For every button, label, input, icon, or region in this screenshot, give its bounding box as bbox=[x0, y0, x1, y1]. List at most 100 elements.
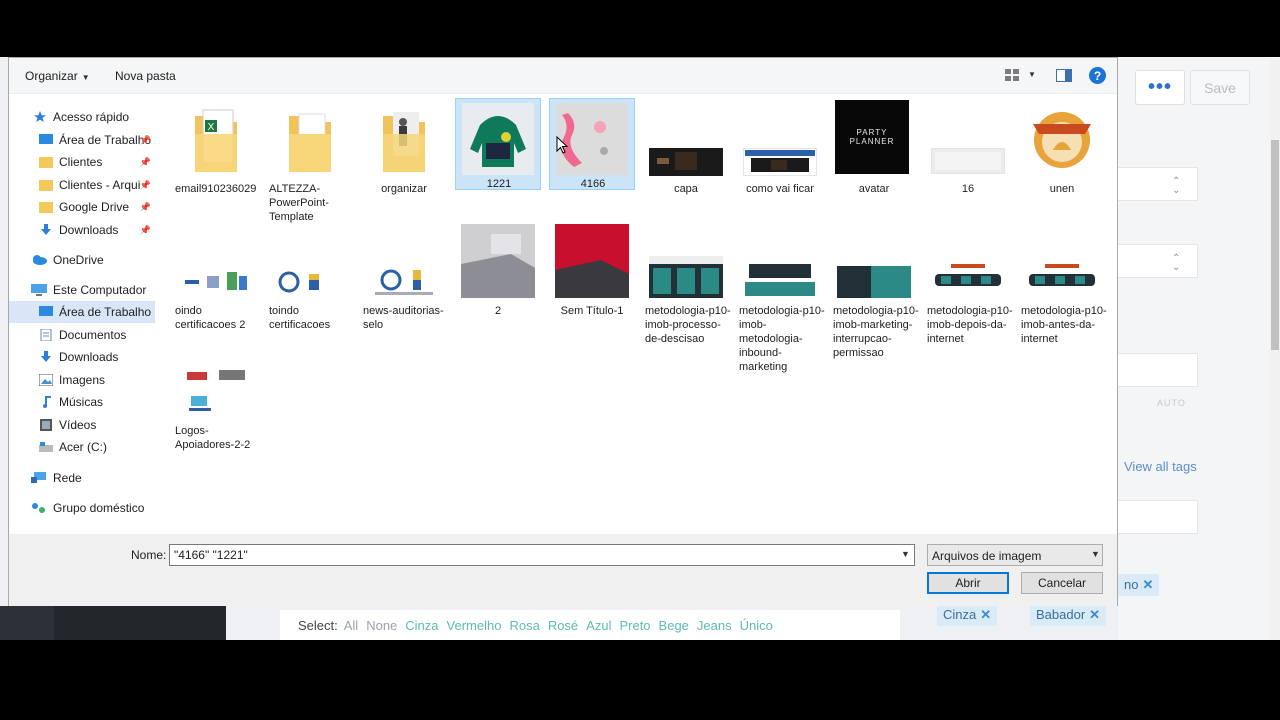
file-item[interactable]: como vai ficar bbox=[737, 98, 823, 198]
background-field[interactable] bbox=[1118, 244, 1198, 278]
select-option[interactable]: Único bbox=[740, 618, 773, 633]
view-all-tags-link[interactable]: View all tags bbox=[1124, 459, 1197, 474]
spinner-icon[interactable]: ⌃ ⌄ bbox=[1172, 177, 1180, 196]
select-option[interactable]: Vermelho bbox=[447, 618, 502, 633]
file-item[interactable]: metodologia-p10-imob-marketing-interrupc… bbox=[831, 224, 919, 359]
sidebar-item-music[interactable]: Músicas bbox=[39, 391, 103, 413]
remove-tag-icon[interactable]: ✕ bbox=[980, 607, 991, 622]
background-field[interactable] bbox=[1118, 353, 1198, 387]
sidebar-item-downloads[interactable]: Downloads 📌 bbox=[39, 219, 155, 241]
sidebar-item-network[interactable]: Rede bbox=[31, 467, 82, 489]
sidebar-item-desktop-pc[interactable]: Área de Trabalho bbox=[9, 301, 155, 323]
file-name: capa bbox=[674, 183, 698, 195]
sidebar-item-documents[interactable]: Documentos bbox=[39, 324, 126, 346]
slide-image-thumbnail bbox=[837, 266, 911, 298]
spinner-icon[interactable]: ⌃ ⌄ bbox=[1172, 254, 1180, 273]
image-thumbnail bbox=[367, 266, 441, 298]
slide-image-thumbnail bbox=[649, 256, 723, 298]
help-icon[interactable]: ? bbox=[1089, 67, 1106, 84]
file-item[interactable]: PARTY PLANNER avatar bbox=[831, 98, 917, 198]
view-options-icon[interactable] bbox=[1005, 69, 1019, 81]
cancel-button[interactable]: Cancelar bbox=[1021, 572, 1103, 594]
organize-button[interactable]: Organizar ▼ bbox=[25, 69, 90, 83]
select-option[interactable]: Bege bbox=[659, 618, 689, 633]
image-icon bbox=[39, 374, 53, 386]
file-item[interactable]: Logos-Apoiadores-2-2 bbox=[173, 362, 259, 462]
pin-icon: 📌 bbox=[139, 224, 151, 235]
file-item[interactable]: X email910236029 bbox=[173, 98, 259, 218]
file-item[interactable]: organizar bbox=[361, 98, 447, 218]
folder-icon bbox=[289, 113, 331, 172]
background-field[interactable] bbox=[1118, 500, 1198, 534]
tag-label: Babador bbox=[1036, 607, 1086, 622]
remove-tag-icon[interactable]: ✕ bbox=[1089, 607, 1100, 622]
slide-image-thumbnail bbox=[931, 260, 1005, 298]
page-scrollbar-thumb[interactable] bbox=[1271, 140, 1279, 350]
sidebar-item-desktop[interactable]: Área de Trabalho 📌 bbox=[39, 129, 155, 151]
auto-label: AUTO bbox=[1157, 398, 1186, 408]
file-item[interactable]: toindo certificacoes bbox=[267, 224, 353, 334]
sidebar-item-homegroup[interactable]: Grupo doméstico bbox=[31, 497, 144, 519]
select-option[interactable]: Azul bbox=[586, 618, 611, 633]
sidebar-item-onedrive[interactable]: OneDrive bbox=[31, 249, 104, 271]
file-item[interactable]: metodologia-p10-imob-processo-de-descisa… bbox=[643, 224, 731, 354]
file-name: metodologia-p10-imob-metodologia-inbound… bbox=[739, 305, 825, 373]
sidebar-item-label: Downloads bbox=[59, 350, 119, 364]
desktop-icon bbox=[39, 306, 53, 316]
sidebar-item-label: OneDrive bbox=[53, 253, 104, 267]
preview-pane-icon[interactable] bbox=[1056, 69, 1072, 82]
open-button[interactable]: Abrir bbox=[927, 572, 1009, 594]
select-option[interactable]: Preto bbox=[619, 618, 650, 633]
sidebar-item-videos[interactable]: Vídeos bbox=[39, 414, 96, 436]
sidebar-item-downloads-pc[interactable]: Downloads bbox=[39, 346, 118, 368]
sidebar-item-label: Google Drive bbox=[59, 200, 130, 214]
select-option[interactable]: Rosé bbox=[548, 618, 578, 633]
chevron-down-icon: ▼ bbox=[81, 73, 90, 82]
sidebar-item-google-drive[interactable]: Google Drive 📌 bbox=[39, 196, 155, 218]
file-item-selected[interactable]: 1221 bbox=[455, 98, 541, 190]
background-field[interactable] bbox=[1118, 167, 1198, 201]
file-name: 16 bbox=[961, 183, 975, 195]
sidebar-item-drive-c[interactable]: Acer (C:) bbox=[39, 436, 107, 458]
file-item[interactable]: Sem Título-1 bbox=[549, 224, 635, 334]
select-option[interactable]: All bbox=[344, 618, 358, 633]
file-item[interactable]: oindo certificacoes 2 bbox=[173, 224, 259, 334]
select-option[interactable]: Jeans bbox=[697, 618, 732, 633]
file-item[interactable]: 2 bbox=[455, 224, 541, 334]
new-folder-button[interactable]: Nova pasta bbox=[115, 69, 176, 83]
computer-icon bbox=[31, 284, 47, 296]
file-item[interactable]: 16 bbox=[925, 98, 1011, 198]
drive-icon bbox=[39, 442, 53, 452]
file-name: Sem Título-1 bbox=[560, 305, 624, 317]
select-option[interactable]: Rosa bbox=[509, 618, 539, 633]
file-name-input[interactable]: "4166" "1221" bbox=[169, 544, 915, 566]
sidebar-item-images[interactable]: Imagens bbox=[39, 369, 105, 391]
sidebar-item-clientes-arquivos[interactable]: Clientes - Arquivos📌 bbox=[39, 174, 155, 196]
sidebar-item-this-pc[interactable]: Este Computador bbox=[31, 279, 146, 301]
file-type-select[interactable]: Arquivos de imagem bbox=[927, 544, 1103, 566]
sidebar-item-clientes[interactable]: Clientes 📌 bbox=[39, 151, 155, 173]
tag-label: Cinza bbox=[943, 607, 977, 622]
save-button[interactable]: Save bbox=[1190, 70, 1250, 105]
file-item[interactable]: metodologia-p10-imob-metodologia-inbound… bbox=[737, 224, 825, 373]
dialog-footer: Nome: "4166" "1221" ▼ Arquivos de imagem… bbox=[9, 534, 1117, 606]
chevron-down-icon[interactable]: ▼ bbox=[901, 549, 910, 559]
chevron-down-icon[interactable]: ▼ bbox=[1028, 70, 1036, 79]
select-label: Select: bbox=[298, 617, 338, 633]
more-options-button[interactable]: ••• bbox=[1135, 70, 1185, 105]
tag-label: no bbox=[1124, 577, 1139, 592]
navigation-pane: Acesso rápido Área de Trabalho 📌 Clientes… bbox=[9, 94, 159, 534]
file-item[interactable]: capa bbox=[643, 98, 729, 198]
remove-tag-icon[interactable]: ✕ bbox=[1142, 577, 1153, 592]
sidebar-item-quick-access[interactable]: Acesso rápido bbox=[33, 106, 129, 128]
file-item[interactable]: unen bbox=[1019, 98, 1105, 198]
select-option[interactable]: None bbox=[366, 618, 397, 633]
chevron-down-icon[interactable]: ▼ bbox=[1091, 549, 1100, 559]
file-item[interactable]: metodologia-p10-imob-depois-da-internet bbox=[925, 224, 1013, 354]
select-option[interactable]: Cinza bbox=[405, 618, 438, 633]
file-name: oindo certificacoes 2 bbox=[175, 305, 246, 331]
file-item[interactable]: ALTEZZA-PowerPoint-Template bbox=[267, 98, 353, 223]
file-name: 2 bbox=[494, 305, 502, 317]
file-item[interactable]: metodologia-p10-imob-antes-da-internet bbox=[1019, 224, 1107, 354]
file-item[interactable]: news-auditorias-selo bbox=[361, 224, 447, 334]
